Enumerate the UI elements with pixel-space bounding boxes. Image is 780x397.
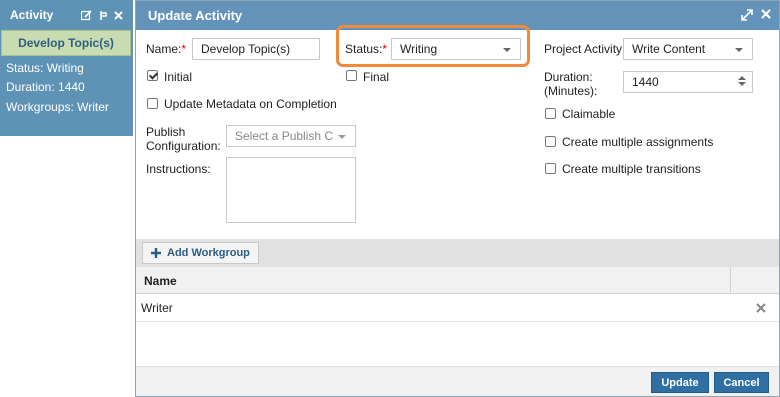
dialog-close-icon[interactable]	[761, 9, 771, 21]
instructions-label: Instructions:	[146, 162, 211, 176]
expand-icon[interactable]	[741, 9, 753, 21]
side-panel-title: Activity	[10, 8, 54, 22]
create-multiple-transitions-label: Create multiple transitions	[562, 162, 701, 176]
status-select[interactable]: Writing	[391, 38, 521, 60]
update-metadata-checkbox[interactable]	[147, 98, 158, 109]
activity-duration-text: Duration: 1440	[6, 80, 85, 94]
chevron-down-icon	[338, 135, 346, 139]
column-divider	[730, 267, 731, 294]
duration-stepper[interactable]: 1440	[623, 71, 753, 93]
branch-icon[interactable]	[98, 10, 108, 21]
activity-card-title[interactable]: Develop Topic(s)	[1, 30, 131, 56]
chevron-down-icon	[735, 48, 743, 52]
activity-side-panel: Activity Develop Topic(s) Status: Writin…	[0, 0, 133, 136]
activity-status-text: Status: Writing	[6, 61, 84, 75]
stepper-arrows-icon[interactable]	[738, 76, 746, 86]
create-multiple-transitions-checkbox[interactable]	[545, 163, 556, 174]
name-input[interactable]	[192, 38, 320, 60]
dialog-footer: Update Cancel	[136, 366, 779, 396]
close-icon[interactable]	[114, 10, 123, 20]
update-activity-dialog: Update Activity Name:* Status:* Writing …	[135, 0, 780, 397]
workgroup-grid-header: Name	[136, 267, 779, 294]
delete-row-icon[interactable]	[756, 303, 766, 313]
create-multiple-assignments-label: Create multiple assignments	[562, 135, 714, 149]
name-label: Name:*	[146, 42, 187, 56]
create-multiple-assignments-checkbox[interactable]	[545, 136, 556, 147]
cancel-button[interactable]: Cancel	[714, 372, 769, 393]
instructions-textarea[interactable]	[226, 157, 356, 223]
add-workgroup-button[interactable]: Add Workgroup	[142, 242, 259, 264]
initial-checkbox[interactable]	[147, 70, 158, 81]
claimable-label: Claimable	[562, 107, 616, 121]
project-activity-select[interactable]: Write Content	[623, 38, 753, 60]
column-header-name[interactable]: Name	[144, 274, 177, 288]
publish-config-select[interactable]: Select a Publish Co	[226, 125, 356, 147]
side-panel-header: Activity	[0, 0, 133, 30]
chevron-down-icon	[503, 48, 511, 52]
workgroup-toolbar: Add Workgroup	[136, 239, 779, 267]
activity-workgroups-text: Workgroups: Writer	[6, 100, 109, 114]
initial-label: Initial	[164, 70, 193, 84]
duration-label: Duration: (Minutes):	[544, 70, 598, 98]
final-label: Final	[363, 70, 390, 84]
edit-icon[interactable]	[81, 9, 92, 21]
plus-icon	[151, 248, 161, 258]
claimable-checkbox[interactable]	[545, 108, 556, 119]
table-row[interactable]: Writer	[136, 294, 779, 322]
status-label: Status:*	[345, 42, 388, 56]
workgroup-name-cell: Writer	[141, 301, 173, 315]
dialog-title: Update Activity	[148, 8, 243, 23]
update-button[interactable]: Update	[651, 372, 709, 393]
project-activity-label: Project Activity:	[544, 42, 626, 56]
final-checkbox[interactable]	[346, 70, 357, 81]
update-metadata-label: Update Metadata on Completion	[164, 97, 337, 111]
publish-config-label: Publish Configuration:	[146, 125, 221, 153]
